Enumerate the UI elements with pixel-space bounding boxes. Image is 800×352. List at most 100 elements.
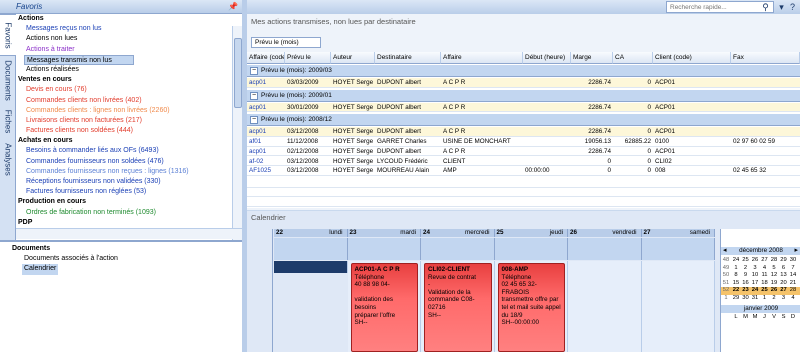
mini-calendar-day[interactable]: 1: [732, 265, 740, 273]
mini-calendar-day[interactable]: 12: [770, 272, 778, 280]
table-row[interactable]: acp01 02/12/2008 HOYET Serge DUPONT albert A…: [247, 147, 800, 157]
mini-calendar-day[interactable]: 26: [770, 287, 778, 295]
chevron-left-icon[interactable]: ◂: [723, 247, 727, 255]
mini-calendar-day[interactable]: 28: [770, 257, 778, 265]
all-day-cell[interactable]: [568, 238, 642, 260]
all-day-cell[interactable]: [274, 238, 348, 260]
mini-calendar-day[interactable]: 29: [780, 257, 788, 265]
chevron-right-icon[interactable]: ▸: [794, 247, 798, 255]
favoris-item[interactable]: Messages transmis non lus: [24, 54, 134, 65]
calendar-event[interactable]: CLI02-CLIENT Revue de contrat - Validation …: [424, 263, 492, 352]
time-slot[interactable]: [641, 261, 715, 352]
mini-calendar-day[interactable]: 31: [751, 295, 759, 303]
mini-calendar-day[interactable]: 28: [789, 287, 797, 295]
column-header[interactable]: Prévu le: [285, 52, 331, 64]
mini-calendar-day[interactable]: 16: [742, 280, 750, 288]
all-day-cell[interactable]: [347, 238, 421, 260]
calendar-day-header[interactable]: 27 samedi: [641, 229, 715, 237]
column-header[interactable]: Début (heure): [523, 52, 571, 64]
mini-calendar-day[interactable]: 7: [789, 265, 797, 273]
favoris-item[interactable]: Commandes fournisseurs non soldées (476): [16, 157, 242, 167]
mini-calendar-day[interactable]: 14: [789, 272, 797, 280]
mini-calendar-day[interactable]: 25: [761, 287, 769, 295]
column-header[interactable]: Marge: [571, 52, 613, 64]
mini-calendar-day[interactable]: 6: [780, 265, 788, 273]
collapse-icon[interactable]: −: [250, 91, 258, 100]
mini-calendar-day[interactable]: 11: [761, 272, 769, 280]
tab-analyses[interactable]: Analyses: [0, 138, 16, 180]
mini-calendar-day[interactable]: 2: [742, 265, 750, 273]
calendar-event[interactable]: 008-AMP Téléphone 02 45 65 32- FRABOIS trans…: [497, 263, 565, 352]
mini-calendar-day[interactable]: 26: [751, 257, 759, 265]
mini-calendar-day[interactable]: 4: [761, 265, 769, 273]
favoris-item[interactable]: Commandes clients non livrées (402): [16, 96, 242, 106]
favoris-item[interactable]: Messages reçus non lus: [16, 24, 242, 34]
quick-search-input[interactable]: [666, 1, 774, 13]
all-day-cell[interactable]: [494, 238, 568, 260]
collapse-icon[interactable]: −: [250, 116, 258, 125]
mini-calendar-day[interactable]: 22: [732, 287, 740, 295]
table-row[interactable]: acp01 03/12/2008 HOYET Serge DUPONT albert A…: [247, 127, 800, 138]
table-cell[interactable]: acp01: [249, 103, 283, 113]
favoris-item[interactable]: Actions non lues: [16, 34, 242, 44]
mini-calendar-day[interactable]: 20: [780, 280, 788, 288]
mini-calendar-day[interactable]: 2: [770, 295, 778, 303]
column-header[interactable]: Affaire: [441, 52, 523, 64]
mini-calendar-day[interactable]: 30: [789, 257, 797, 265]
time-slot[interactable]: [568, 261, 642, 352]
mini-calendar-day[interactable]: 17: [751, 280, 759, 288]
calendar-day-header[interactable]: 24 mercredi: [421, 229, 495, 237]
mini-calendar-day[interactable]: 4: [789, 295, 797, 303]
all-day-cell[interactable]: [421, 238, 495, 260]
favoris-item[interactable]: Livraisons clients non facturées (217): [16, 116, 242, 126]
mini-calendar-day[interactable]: 3: [751, 265, 759, 273]
pin-icon[interactable]: 📌: [228, 2, 238, 11]
column-header[interactable]: Auteur: [331, 52, 375, 64]
mini-calendar-day[interactable]: 5: [770, 265, 778, 273]
chevron-down-icon[interactable]: ▾: [776, 1, 787, 13]
favoris-item[interactable]: Commandes fournisseurs non reçues : lign…: [16, 167, 242, 177]
tab-documents[interactable]: Documents: [0, 56, 16, 104]
column-header[interactable]: Client (code): [653, 52, 731, 64]
time-slot[interactable]: [274, 261, 348, 273]
help-icon[interactable]: ?: [787, 1, 798, 13]
tab-favoris[interactable]: Favoris: [0, 14, 16, 56]
collapse-icon[interactable]: −: [250, 67, 258, 75]
mini-calendar-day[interactable]: 1: [761, 295, 769, 303]
documents-item-associated[interactable]: Documents associés à l'action: [0, 254, 242, 264]
favoris-item[interactable]: Factures clients non soldées (444): [16, 126, 242, 136]
column-header[interactable]: Fax: [731, 52, 800, 64]
group-row[interactable]: − Prévu le (mois): 2009/03: [247, 65, 800, 77]
calendar-day-header[interactable]: 22 lundi: [274, 229, 348, 237]
column-header[interactable]: Affaire (code): [247, 52, 285, 64]
mini-calendar-day[interactable]: 18: [761, 280, 769, 288]
column-header[interactable]: CA: [613, 52, 653, 64]
table-row[interactable]: acp01 03/03/2009 HOYET Serge DUPONT albert A…: [247, 78, 800, 88]
favoris-item[interactable]: Commandes clients : lignes non livrées (…: [16, 106, 242, 116]
mini-calendar-day[interactable]: 9: [742, 272, 750, 280]
mini-calendar-day[interactable]: 27: [761, 257, 769, 265]
mini-calendar-day[interactable]: 8: [732, 272, 740, 280]
table-row[interactable]: af-02 03/12/2008 HOYET Serge LYCOUD Frédéri…: [247, 157, 800, 167]
search-icon[interactable]: ⚲: [760, 1, 771, 13]
mini-calendar-day[interactable]: 30: [742, 295, 750, 303]
table-cell[interactable]: af-02: [249, 157, 283, 167]
column-header[interactable]: Destinataire: [375, 52, 441, 64]
table-cell[interactable]: af01: [249, 137, 283, 147]
mini-calendar-day[interactable]: 3: [780, 295, 788, 303]
group-row[interactable]: − Prévu le (mois): 2009/01: [247, 89, 800, 102]
mini-calendar-day[interactable]: 24: [732, 257, 740, 265]
favoris-scrollbar[interactable]: [232, 26, 242, 240]
favoris-item[interactable]: Factures fournisseurs non réglées (53): [16, 187, 242, 197]
mini-calendar-day[interactable]: 25: [742, 257, 750, 265]
favoris-item[interactable]: Actions à traiter: [16, 45, 242, 55]
favoris-item[interactable]: Réceptions fournisseurs non validées (33…: [16, 177, 242, 187]
favoris-item[interactable]: Devis en cours (76): [16, 85, 242, 95]
documents-item-calendar[interactable]: Calendrier: [22, 264, 58, 275]
table-cell[interactable]: acp01: [249, 147, 283, 157]
mini-calendar-day[interactable]: 27: [780, 287, 788, 295]
mini-calendar-day[interactable]: 15: [732, 280, 740, 288]
table-row[interactable]: acp01 30/01/2009 HOYET Serge DUPONT albert A…: [247, 102, 800, 113]
mini-calendar-day[interactable]: 23: [742, 287, 750, 295]
table-cell[interactable]: acp01: [249, 78, 283, 88]
